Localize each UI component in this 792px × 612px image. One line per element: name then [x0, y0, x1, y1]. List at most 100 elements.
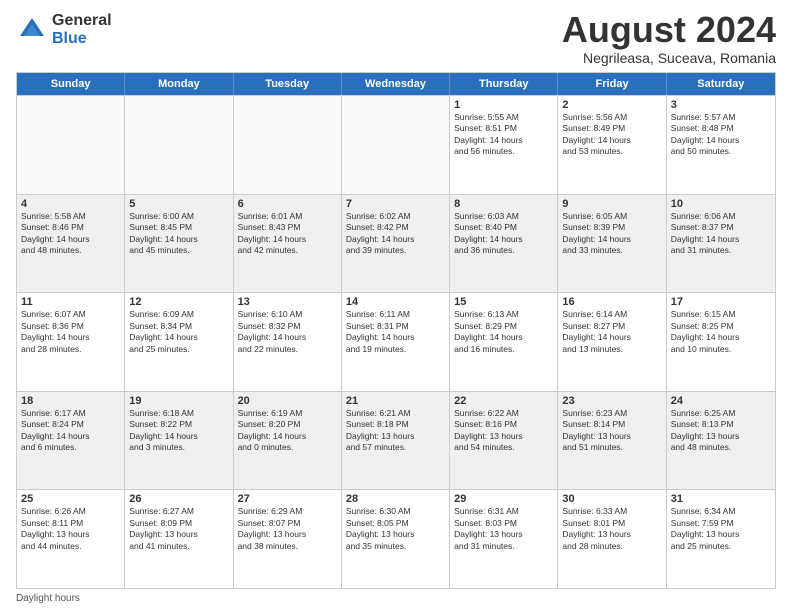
day-number: 20: [238, 395, 337, 407]
cal-cell-27: 27Sunrise: 6:29 AMSunset: 8:07 PMDayligh…: [234, 490, 342, 588]
day-number: 11: [21, 296, 120, 308]
day-number: 17: [671, 296, 771, 308]
day-number: 4: [21, 198, 120, 210]
day-number: 15: [454, 296, 553, 308]
cal-cell-16: 16Sunrise: 6:14 AMSunset: 8:27 PMDayligh…: [558, 293, 666, 391]
cell-text: Sunrise: 6:06 AMSunset: 8:37 PMDaylight:…: [671, 211, 771, 257]
logo-general: General: [52, 12, 112, 29]
cell-text: Sunrise: 6:13 AMSunset: 8:29 PMDaylight:…: [454, 309, 553, 355]
header-day-sunday: Sunday: [17, 73, 125, 95]
month-title: August 2024: [562, 12, 776, 48]
day-number: 1: [454, 99, 553, 111]
cell-text: Sunrise: 6:03 AMSunset: 8:40 PMDaylight:…: [454, 211, 553, 257]
cal-cell-29: 29Sunrise: 6:31 AMSunset: 8:03 PMDayligh…: [450, 490, 558, 588]
day-number: 8: [454, 198, 553, 210]
page: General Blue August 2024 Negrileasa, Suc…: [0, 0, 792, 612]
cell-text: Sunrise: 6:19 AMSunset: 8:20 PMDaylight:…: [238, 408, 337, 454]
header-day-friday: Friday: [558, 73, 666, 95]
calendar-body: 1Sunrise: 5:55 AMSunset: 8:51 PMDaylight…: [17, 95, 775, 588]
day-number: 19: [129, 395, 228, 407]
cal-cell-2: 2Sunrise: 5:56 AMSunset: 8:49 PMDaylight…: [558, 96, 666, 194]
day-number: 29: [454, 493, 553, 505]
cal-cell-3: 3Sunrise: 5:57 AMSunset: 8:48 PMDaylight…: [667, 96, 775, 194]
cal-cell-23: 23Sunrise: 6:23 AMSunset: 8:14 PMDayligh…: [558, 392, 666, 490]
cal-cell-1: 1Sunrise: 5:55 AMSunset: 8:51 PMDaylight…: [450, 96, 558, 194]
cell-text: Sunrise: 6:05 AMSunset: 8:39 PMDaylight:…: [562, 211, 661, 257]
cell-text: Sunrise: 6:17 AMSunset: 8:24 PMDaylight:…: [21, 408, 120, 454]
cell-text: Sunrise: 6:15 AMSunset: 8:25 PMDaylight:…: [671, 309, 771, 355]
cell-text: Sunrise: 6:21 AMSunset: 8:18 PMDaylight:…: [346, 408, 445, 454]
cell-text: Sunrise: 6:07 AMSunset: 8:36 PMDaylight:…: [21, 309, 120, 355]
day-number: 30: [562, 493, 661, 505]
day-number: 28: [346, 493, 445, 505]
day-number: 5: [129, 198, 228, 210]
cell-text: Sunrise: 6:02 AMSunset: 8:42 PMDaylight:…: [346, 211, 445, 257]
cell-text: Sunrise: 5:57 AMSunset: 8:48 PMDaylight:…: [671, 112, 771, 158]
day-number: 22: [454, 395, 553, 407]
cal-cell-26: 26Sunrise: 6:27 AMSunset: 8:09 PMDayligh…: [125, 490, 233, 588]
cal-cell-10: 10Sunrise: 6:06 AMSunset: 8:37 PMDayligh…: [667, 195, 775, 293]
header: General Blue August 2024 Negrileasa, Suc…: [16, 12, 776, 66]
cal-cell-empty: [234, 96, 342, 194]
cell-text: Sunrise: 6:29 AMSunset: 8:07 PMDaylight:…: [238, 506, 337, 552]
cal-cell-9: 9Sunrise: 6:05 AMSunset: 8:39 PMDaylight…: [558, 195, 666, 293]
cal-cell-31: 31Sunrise: 6:34 AMSunset: 7:59 PMDayligh…: [667, 490, 775, 588]
title-block: August 2024 Negrileasa, Suceava, Romania: [562, 12, 776, 66]
cell-text: Sunrise: 6:23 AMSunset: 8:14 PMDaylight:…: [562, 408, 661, 454]
cell-text: Sunrise: 6:25 AMSunset: 8:13 PMDaylight:…: [671, 408, 771, 454]
cell-text: Sunrise: 6:34 AMSunset: 7:59 PMDaylight:…: [671, 506, 771, 552]
day-number: 31: [671, 493, 771, 505]
day-number: 27: [238, 493, 337, 505]
day-number: 10: [671, 198, 771, 210]
day-number: 3: [671, 99, 771, 111]
cell-text: Sunrise: 6:01 AMSunset: 8:43 PMDaylight:…: [238, 211, 337, 257]
cal-cell-20: 20Sunrise: 6:19 AMSunset: 8:20 PMDayligh…: [234, 392, 342, 490]
day-number: 2: [562, 99, 661, 111]
calendar: SundayMondayTuesdayWednesdayThursdayFrid…: [16, 72, 776, 589]
day-number: 16: [562, 296, 661, 308]
cell-text: Sunrise: 6:31 AMSunset: 8:03 PMDaylight:…: [454, 506, 553, 552]
cal-cell-7: 7Sunrise: 6:02 AMSunset: 8:42 PMDaylight…: [342, 195, 450, 293]
day-number: 12: [129, 296, 228, 308]
cell-text: Sunrise: 6:10 AMSunset: 8:32 PMDaylight:…: [238, 309, 337, 355]
week-row-2: 11Sunrise: 6:07 AMSunset: 8:36 PMDayligh…: [17, 292, 775, 391]
cal-cell-17: 17Sunrise: 6:15 AMSunset: 8:25 PMDayligh…: [667, 293, 775, 391]
day-number: 9: [562, 198, 661, 210]
header-day-thursday: Thursday: [450, 73, 558, 95]
day-number: 21: [346, 395, 445, 407]
day-number: 14: [346, 296, 445, 308]
day-number: 25: [21, 493, 120, 505]
cell-text: Sunrise: 6:14 AMSunset: 8:27 PMDaylight:…: [562, 309, 661, 355]
day-number: 18: [21, 395, 120, 407]
cal-cell-24: 24Sunrise: 6:25 AMSunset: 8:13 PMDayligh…: [667, 392, 775, 490]
logo-text: General Blue: [52, 12, 112, 47]
day-number: 6: [238, 198, 337, 210]
cal-cell-8: 8Sunrise: 6:03 AMSunset: 8:40 PMDaylight…: [450, 195, 558, 293]
cell-text: Sunrise: 5:55 AMSunset: 8:51 PMDaylight:…: [454, 112, 553, 158]
cal-cell-18: 18Sunrise: 6:17 AMSunset: 8:24 PMDayligh…: [17, 392, 125, 490]
header-day-wednesday: Wednesday: [342, 73, 450, 95]
cal-cell-5: 5Sunrise: 6:00 AMSunset: 8:45 PMDaylight…: [125, 195, 233, 293]
cell-text: Sunrise: 5:56 AMSunset: 8:49 PMDaylight:…: [562, 112, 661, 158]
cal-cell-19: 19Sunrise: 6:18 AMSunset: 8:22 PMDayligh…: [125, 392, 233, 490]
cell-text: Sunrise: 6:33 AMSunset: 8:01 PMDaylight:…: [562, 506, 661, 552]
cal-cell-12: 12Sunrise: 6:09 AMSunset: 8:34 PMDayligh…: [125, 293, 233, 391]
cal-cell-25: 25Sunrise: 6:26 AMSunset: 8:11 PMDayligh…: [17, 490, 125, 588]
cell-text: Sunrise: 6:18 AMSunset: 8:22 PMDaylight:…: [129, 408, 228, 454]
calendar-header: SundayMondayTuesdayWednesdayThursdayFrid…: [17, 73, 775, 95]
logo: General Blue: [16, 12, 112, 47]
day-number: 24: [671, 395, 771, 407]
cal-cell-4: 4Sunrise: 5:58 AMSunset: 8:46 PMDaylight…: [17, 195, 125, 293]
footer-note: Daylight hours: [16, 593, 776, 604]
day-number: 7: [346, 198, 445, 210]
day-number: 23: [562, 395, 661, 407]
cal-cell-30: 30Sunrise: 6:33 AMSunset: 8:01 PMDayligh…: [558, 490, 666, 588]
cal-cell-13: 13Sunrise: 6:10 AMSunset: 8:32 PMDayligh…: [234, 293, 342, 391]
cal-cell-28: 28Sunrise: 6:30 AMSunset: 8:05 PMDayligh…: [342, 490, 450, 588]
week-row-0: 1Sunrise: 5:55 AMSunset: 8:51 PMDaylight…: [17, 95, 775, 194]
day-number: 13: [238, 296, 337, 308]
logo-icon: [16, 14, 48, 46]
cal-cell-empty: [342, 96, 450, 194]
cal-cell-15: 15Sunrise: 6:13 AMSunset: 8:29 PMDayligh…: [450, 293, 558, 391]
cal-cell-6: 6Sunrise: 6:01 AMSunset: 8:43 PMDaylight…: [234, 195, 342, 293]
